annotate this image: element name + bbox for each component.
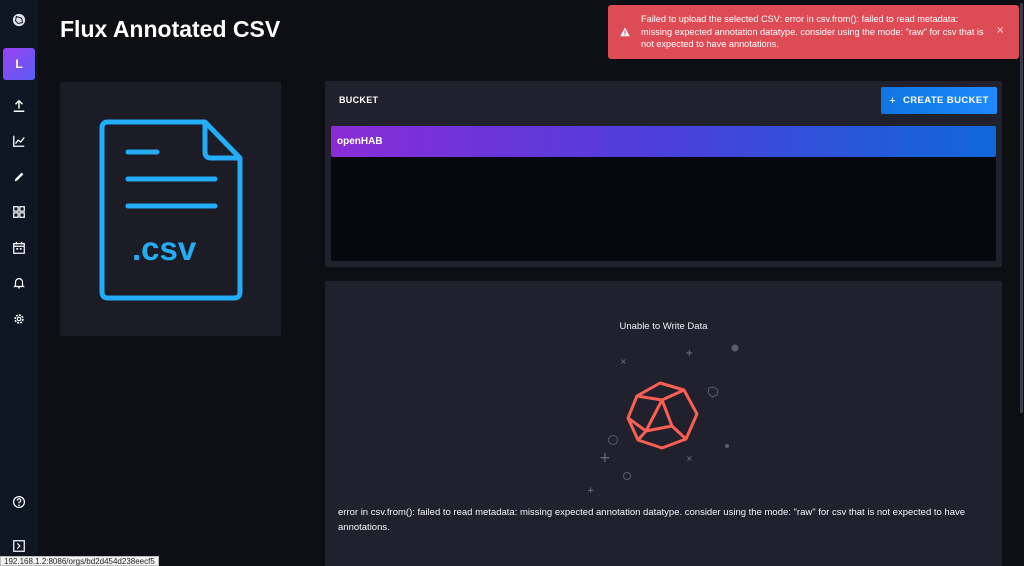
pencil-icon[interactable]: [0, 163, 38, 191]
csv-icon-panel: .CSV: [60, 82, 281, 336]
help-icon[interactable]: [0, 488, 38, 516]
error-message: error in csv.from(): failed to read meta…: [338, 507, 966, 533]
broken-polyhedron-icon: + × + × +: [587, 344, 739, 496]
warning-icon: [620, 27, 630, 37]
toast-message: Failed to upload the selected CSV: error…: [641, 14, 984, 49]
bucket-item-label: openHAB: [337, 136, 383, 147]
scrollbar[interactable]: [1019, 0, 1024, 566]
status-url: 192.168.1.2:8086/orgs/bd2d454d238eecf5: [0, 556, 159, 566]
create-bucket-label: CREATE BUCKET: [903, 95, 989, 106]
plus-icon: +: [889, 94, 897, 107]
upload-icon[interactable]: [0, 92, 38, 120]
bucket-list: openHAB: [331, 126, 996, 261]
svg-text:+: +: [685, 348, 693, 359]
calendar-icon[interactable]: [0, 234, 38, 262]
bucket-item-openhab[interactable]: openHAB: [331, 126, 996, 157]
error-heading: Unable to Write Data: [619, 321, 708, 332]
write-data-error-panel: Unable to Write Data + × + × + error in …: [325, 281, 1002, 566]
org-initial: L: [15, 57, 23, 71]
bucket-title: BUCKET: [339, 95, 379, 105]
page-title: Flux Annotated CSV: [60, 16, 281, 42]
csv-file-icon: [99, 119, 243, 301]
close-icon[interactable]: ×: [996, 25, 1004, 36]
graph-icon[interactable]: [0, 127, 38, 155]
influx-logo-icon[interactable]: [0, 6, 38, 34]
bell-icon[interactable]: [0, 269, 38, 297]
gear-icon[interactable]: [0, 305, 38, 333]
dashboards-icon[interactable]: [0, 198, 38, 226]
csv-label: .CSV: [132, 230, 197, 267]
svg-text:×: ×: [620, 357, 627, 366]
org-avatar[interactable]: L: [3, 48, 35, 80]
svg-text:+: +: [599, 450, 611, 466]
svg-text:×: ×: [686, 454, 693, 463]
svg-text:+: +: [587, 486, 595, 496]
error-toast: Failed to upload the selected CSV: error…: [608, 5, 1019, 59]
scrollbar-thumb[interactable]: [1020, 3, 1023, 413]
create-bucket-button[interactable]: + CREATE BUCKET: [881, 87, 997, 114]
bucket-panel: BUCKET + CREATE BUCKET openHAB: [325, 81, 1002, 267]
sidebar: L: [0, 0, 38, 566]
